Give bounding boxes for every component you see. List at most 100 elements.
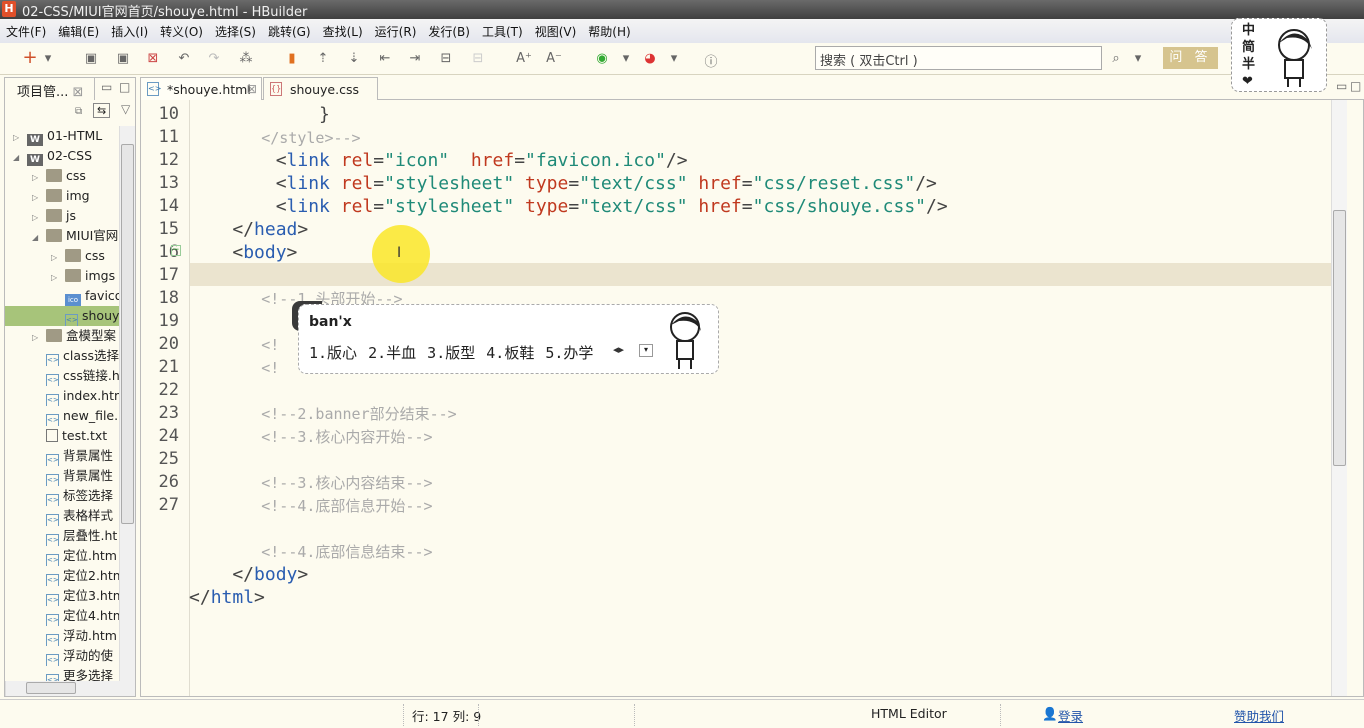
expander-icon[interactable]: ▷: [32, 328, 46, 346]
tree-item[interactable]: <> new_file.: [5, 406, 119, 426]
menu-item[interactable]: 帮助(H): [588, 23, 630, 40]
menu-item[interactable]: 跳转(G): [268, 23, 311, 40]
maximize-icon[interactable]: □: [119, 80, 130, 94]
tree-item[interactable]: <> class选择: [5, 346, 119, 366]
dropdown-icon[interactable]: ▾: [40, 51, 56, 66]
editor-scroll-thumb[interactable]: [1333, 210, 1346, 466]
tree-item[interactable]: ▷ W 01-HTML: [5, 126, 119, 146]
tree-item[interactable]: ▷ 盒模型案: [5, 326, 119, 346]
tree-item[interactable]: ▷ imgs: [5, 266, 119, 286]
tree-item[interactable]: <> 定位2.htm: [5, 566, 119, 586]
browser-dropdown-icon[interactable]: ▾: [666, 51, 682, 66]
project-tab[interactable]: 项目管... ⊠: [5, 78, 95, 100]
save-all-icon[interactable]: ▣: [115, 51, 131, 66]
tree-item[interactable]: <> index.htm: [5, 386, 119, 406]
close-file-icon[interactable]: ⊠: [145, 51, 161, 66]
next-icon[interactable]: ⇣: [346, 51, 362, 66]
view-menu-icon[interactable]: ▽: [121, 102, 130, 116]
redo-icon[interactable]: ↷: [206, 51, 222, 66]
comment-icon[interactable]: ⊟: [438, 51, 454, 66]
expander-icon[interactable]: ◢: [13, 148, 27, 166]
tree-item[interactable]: <> 浮动的使: [5, 646, 119, 666]
tree-item[interactable]: ◢ W 02-CSS: [5, 146, 119, 166]
bookmark-icon[interactable]: ▮: [284, 51, 300, 66]
expander-icon[interactable]: ◢: [32, 228, 46, 246]
menu-item[interactable]: 运行(R): [375, 23, 417, 40]
tree-item[interactable]: ▷ css: [5, 246, 119, 266]
ime-script-toggle[interactable]: 简: [1242, 39, 1256, 56]
search-dropdown-icon[interactable]: ▾: [1130, 51, 1146, 66]
link-editor-icon[interactable]: ⇆: [93, 103, 111, 118]
menu-item[interactable]: 编辑(E): [58, 23, 99, 40]
search-icon[interactable]: ⌕: [1108, 51, 1124, 66]
tree-item[interactable]: <> shouye: [5, 306, 119, 326]
scroll-thumb[interactable]: [121, 144, 134, 524]
menu-item[interactable]: 查找(L): [323, 23, 363, 40]
tree-item[interactable]: <> 定位.htm: [5, 546, 119, 566]
hscroll-thumb[interactable]: [26, 682, 76, 694]
tree-item[interactable]: <> 背景属性: [5, 466, 119, 486]
tree-item[interactable]: <> 定位3.htm: [5, 586, 119, 606]
qa-button[interactable]: 问 答: [1163, 47, 1218, 69]
tree-hscrollbar[interactable]: [5, 681, 135, 696]
expander-icon[interactable]: ▷: [32, 208, 46, 226]
tree-item[interactable]: <> 背景属性: [5, 446, 119, 466]
indent-left-icon[interactable]: ⇤: [377, 51, 393, 66]
new-icon[interactable]: +: [22, 47, 38, 68]
tree-item[interactable]: ◢ MIUI官网: [5, 226, 119, 246]
ime-lang-toggle[interactable]: 中: [1242, 22, 1256, 39]
expander-icon[interactable]: ▷: [13, 128, 27, 146]
code-editor[interactable]: 10 } 11 </style>--> 12 <link rel="icon" hr…: [140, 100, 1364, 697]
uncomment-icon[interactable]: ⊟: [470, 51, 486, 66]
tree-item[interactable]: ▷ js: [5, 206, 119, 226]
prev-icon[interactable]: ⇡: [315, 51, 331, 66]
expander-icon[interactable]: ▷: [32, 188, 46, 206]
expander-icon[interactable]: ▷: [51, 268, 65, 286]
sponsor-link[interactable]: 赞助我们: [1234, 706, 1284, 725]
menu-item[interactable]: 转义(O): [160, 23, 203, 40]
editor-minimize-icon[interactable]: ▭: [1336, 79, 1347, 93]
format-icon[interactable]: ⁂: [238, 51, 254, 66]
tree-item[interactable]: ▷ css: [5, 166, 119, 186]
ime-expand-icon[interactable]: ▾: [639, 344, 653, 357]
menu-item[interactable]: 文件(F): [6, 23, 46, 40]
tab-shouye-css[interactable]: {} shouye.css: [263, 77, 378, 100]
menu-item[interactable]: 发行(B): [428, 23, 470, 40]
expander-icon[interactable]: ▷: [51, 248, 65, 266]
tree-item[interactable]: <> css链接.h: [5, 366, 119, 386]
collapse-all-icon[interactable]: ⧉: [75, 106, 82, 117]
menu-item[interactable]: 插入(I): [111, 23, 148, 40]
editor-maximize-icon[interactable]: □: [1350, 79, 1361, 93]
search-input[interactable]: 搜索 ( 双击Ctrl ): [815, 46, 1102, 70]
tab-shouye-html[interactable]: <> *shouye.html ⊠: [140, 77, 262, 100]
menu-item[interactable]: 视图(V): [535, 23, 577, 40]
fold-icon[interactable]: −: [171, 245, 181, 256]
tree-item[interactable]: test.txt: [5, 426, 119, 446]
tree-item[interactable]: ▷ img: [5, 186, 119, 206]
menu-item[interactable]: 工具(T): [482, 23, 523, 40]
tree-scrollbar[interactable]: [119, 126, 135, 682]
page-arrows-icon[interactable]: ◂▸: [613, 343, 624, 356]
undo-icon[interactable]: ↶: [176, 51, 192, 66]
editor-scrollbar[interactable]: [1331, 100, 1347, 696]
ime-candidates[interactable]: 1.版心 2.半血 3.版型 4.板鞋 5.办学: [309, 342, 593, 363]
tree-item[interactable]: <> 层叠性.ht: [5, 526, 119, 546]
tree-item[interactable]: <> 表格样式: [5, 506, 119, 526]
close-tab-icon[interactable]: ⊠: [247, 81, 257, 96]
run-dropdown-icon[interactable]: ▾: [618, 51, 634, 66]
tree-item[interactable]: <> 定位4.htm: [5, 606, 119, 626]
tree-item[interactable]: <> 浮动.htm: [5, 626, 119, 646]
info-icon[interactable]: ⓘ: [703, 51, 719, 70]
tree-item[interactable]: <> 标签选择: [5, 486, 119, 506]
minimize-icon[interactable]: ▭: [101, 80, 112, 94]
indent-right-icon[interactable]: ⇥: [407, 51, 423, 66]
run-icon[interactable]: ◉: [594, 51, 610, 66]
chrome-icon[interactable]: ◕: [642, 51, 658, 66]
font-decrease-icon[interactable]: A⁻: [546, 51, 562, 66]
tree-item[interactable]: ico favico: [5, 286, 119, 306]
close-icon[interactable]: ⊠: [73, 85, 84, 100]
ime-heart-icon[interactable]: ❤: [1242, 73, 1256, 90]
menu-item[interactable]: 选择(S): [215, 23, 256, 40]
login-link[interactable]: 登录: [1058, 706, 1083, 725]
expander-icon[interactable]: ▷: [32, 168, 46, 186]
